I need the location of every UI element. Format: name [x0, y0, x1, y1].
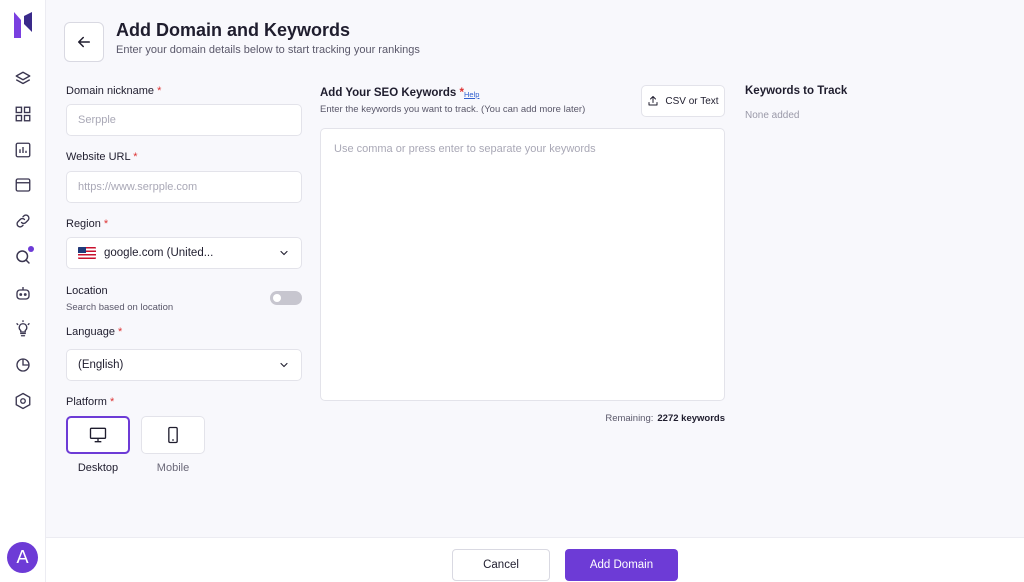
language-value: (English) — [78, 359, 124, 371]
platform-mobile-option[interactable] — [141, 416, 205, 454]
platform-desktop-option[interactable] — [66, 416, 130, 454]
language-label: Language * — [66, 326, 122, 338]
avatar[interactable]: A — [7, 542, 38, 573]
region-select[interactable]: google.com (United... — [66, 237, 302, 269]
csv-button-label: CSV or Text — [665, 95, 719, 107]
platform-desktop-label: Desktop — [77, 462, 119, 474]
language-select[interactable]: (English) — [66, 349, 302, 381]
nickname-label-text: Domain nickname — [66, 85, 155, 97]
keywords-textarea[interactable] — [320, 128, 725, 401]
page-title: Add Domain and Keywords — [116, 20, 351, 40]
region-label-text: Region — [66, 218, 101, 230]
page-subtitle: Enter your domain details below to start… — [116, 44, 420, 56]
remaining-count: Remaining: 2272 keywords — [605, 413, 725, 424]
csv-upload-button[interactable]: CSV or Text — [641, 85, 725, 117]
arrow-left-icon — [78, 36, 90, 48]
desktop-icon — [89, 427, 107, 443]
location-toggle[interactable] — [270, 291, 302, 305]
lightbulb-icon[interactable] — [14, 320, 32, 338]
notification-dot — [28, 246, 34, 252]
sidebar: A — [0, 0, 46, 582]
platform-label: Platform * — [66, 396, 114, 408]
region-value: google.com (United... — [104, 247, 214, 259]
keywords-subtitle: Enter the keywords you want to track. (Y… — [320, 104, 586, 115]
help-link[interactable]: Help — [464, 90, 479, 99]
required-mark: * — [110, 396, 115, 408]
logo-icon[interactable] — [14, 12, 32, 38]
chevron-down-icon — [280, 362, 288, 368]
keywords-title: Add Your SEO Keywords * — [320, 87, 464, 99]
keywords-title-text: Add Your SEO Keywords — [320, 87, 457, 99]
platform-mobile-label: Mobile — [156, 462, 190, 474]
required-mark: * — [103, 218, 109, 230]
platform-label-text: Platform — [66, 396, 107, 408]
remaining-value: 2272 keywords — [657, 413, 725, 424]
chart-pie-icon[interactable] — [14, 356, 32, 374]
us-flag-icon — [78, 247, 96, 259]
chevron-down-icon — [280, 250, 288, 256]
url-label-text: Website URL — [66, 151, 131, 163]
browser-icon[interactable] — [14, 176, 32, 194]
language-label-text: Language — [66, 326, 115, 338]
hexagon-settings-icon[interactable] — [14, 392, 32, 410]
cancel-button[interactable]: Cancel — [452, 549, 550, 581]
required-mark: * — [157, 85, 162, 97]
robot-icon[interactable] — [14, 284, 32, 302]
nickname-label: Domain nickname * — [66, 85, 161, 97]
required-mark: * — [118, 326, 123, 338]
link-icon[interactable] — [14, 212, 32, 230]
nickname-input[interactable] — [66, 104, 302, 136]
website-url-input[interactable] — [66, 171, 302, 203]
add-domain-button[interactable]: Add Domain — [565, 549, 678, 581]
upload-icon — [648, 96, 658, 106]
url-label: Website URL * — [66, 151, 138, 163]
layers-icon[interactable] — [14, 70, 32, 88]
back-button[interactable] — [64, 22, 104, 62]
remaining-label: Remaining: — [605, 413, 654, 424]
mobile-icon — [168, 426, 178, 444]
grid-icon[interactable] — [14, 105, 32, 123]
keywords-to-track-empty: None added — [745, 110, 800, 121]
bar-chart-icon[interactable] — [14, 141, 32, 159]
keywords-to-track-title: Keywords to Track — [745, 85, 848, 97]
location-label: Location — [66, 285, 108, 297]
region-label: Region * — [66, 218, 108, 230]
location-hint: Search based on location — [66, 302, 174, 313]
toggle-knob — [273, 294, 281, 302]
required-mark: * — [133, 151, 138, 163]
